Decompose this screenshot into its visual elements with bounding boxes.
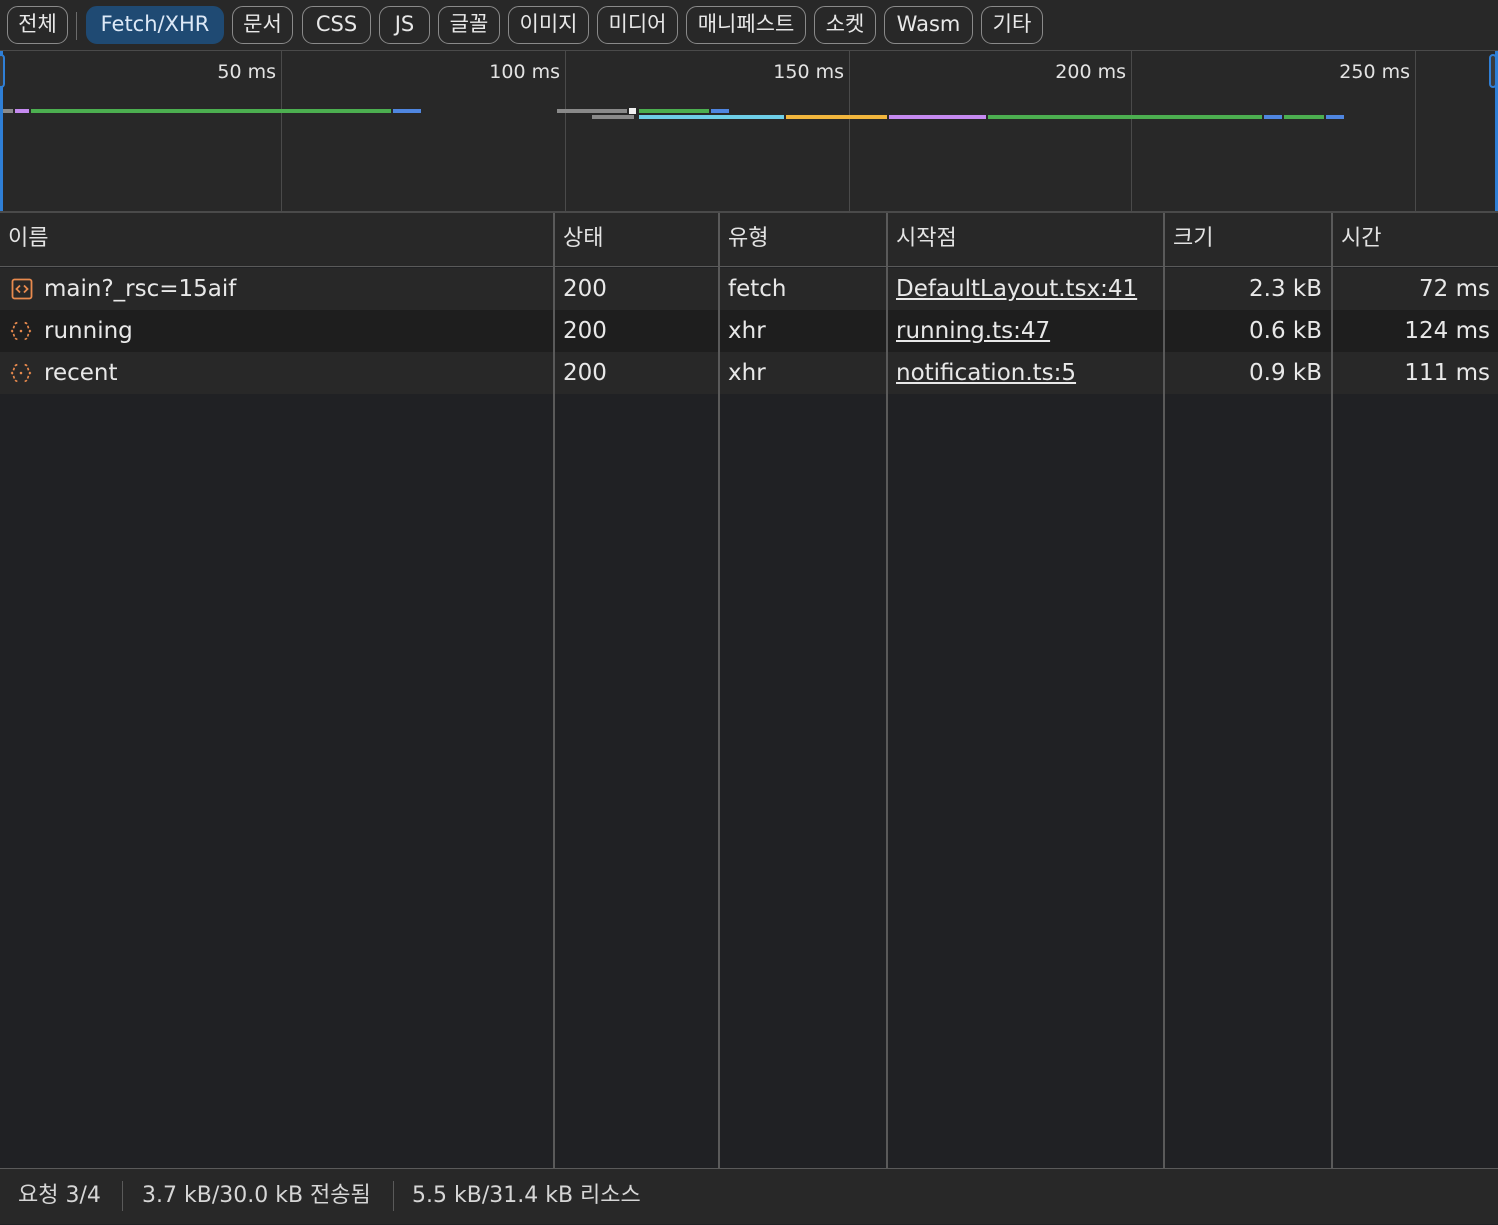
waterfall-waiting-segment [1284, 115, 1324, 119]
column-header-size[interactable]: 크기 [1165, 213, 1332, 265]
waterfall-queue-segment [3, 109, 13, 113]
request-type: fetch [728, 276, 787, 302]
request-time: 124 ms [1404, 318, 1490, 344]
resources-size: 5.5 kB/31.4 kB 리소스 [412, 1183, 641, 1208]
column-divider[interactable] [886, 213, 888, 1168]
overview-gridline [565, 51, 566, 211]
request-initiator-link[interactable]: running.ts:47 [896, 310, 1050, 352]
waterfall-waiting-segment [988, 115, 1262, 119]
request-name[interactable]: main?_rsc=15aif [44, 268, 236, 310]
request-status: 200 [563, 360, 607, 386]
filter-manifest[interactable]: 매니페스트 [686, 6, 806, 44]
document-icon [11, 278, 33, 300]
timeline-overview[interactable]: 50 ms 100 ms 150 ms 200 ms 250 ms [0, 51, 1498, 213]
request-name[interactable]: running [44, 310, 133, 352]
json-braces-icon [10, 363, 32, 383]
request-initiator-link[interactable]: DefaultLayout.tsx:41 [896, 268, 1137, 310]
column-divider[interactable] [718, 213, 720, 1168]
filter-wasm[interactable]: Wasm [884, 6, 973, 44]
overview-tick-label: 50 ms [217, 61, 276, 83]
column-header-status[interactable]: 상태 [555, 213, 719, 265]
filter-css[interactable]: CSS [302, 6, 371, 44]
filter-font[interactable]: 글꼴 [438, 6, 500, 44]
waterfall-stalled-segment [629, 108, 636, 114]
waterfall-queue-segment [557, 109, 627, 113]
request-name[interactable]: recent [44, 352, 118, 394]
request-size: 0.6 kB [1249, 318, 1322, 344]
filter-bar: 전체 Fetch/XHR 문서 CSS JS 글꼴 이미지 미디어 매니페스트 … [0, 0, 1498, 51]
request-time: 72 ms [1419, 276, 1490, 302]
overview-gridline [281, 51, 282, 211]
overview-gridline [1415, 51, 1416, 211]
overview-tick-label: 250 ms [1339, 61, 1410, 83]
column-divider[interactable] [553, 213, 555, 1168]
waterfall-download-segment [1264, 115, 1282, 119]
waterfall-waiting-segment [639, 109, 709, 113]
column-divider[interactable] [1331, 213, 1333, 1168]
overview-tick-label: 200 ms [1055, 61, 1126, 83]
column-header-name[interactable]: 이름 [0, 213, 554, 265]
overview-left-handle[interactable] [0, 54, 5, 88]
waterfall-waiting-segment [31, 109, 391, 113]
filter-other[interactable]: 기타 [981, 6, 1043, 44]
request-status: 200 [563, 318, 607, 344]
table-row[interactable]: running 200 xhr running.ts:47 0.6 kB 124… [0, 310, 1498, 352]
filter-image[interactable]: 이미지 [508, 6, 589, 44]
status-separator [122, 1181, 123, 1211]
request-type: xhr [728, 360, 766, 386]
waterfall-connect-segment [786, 115, 887, 119]
filter-all[interactable]: 전체 [7, 6, 68, 44]
overview-gridline [849, 51, 850, 211]
column-header-time[interactable]: 시간 [1333, 213, 1498, 265]
filter-document[interactable]: 문서 [232, 6, 293, 44]
waterfall-download-segment [393, 109, 421, 113]
overview-tick-label: 100 ms [489, 61, 560, 83]
column-header-initiator[interactable]: 시작점 [888, 213, 1164, 265]
overview-right-handle[interactable] [1489, 54, 1497, 88]
filter-js[interactable]: JS [379, 6, 430, 44]
json-braces-icon [10, 321, 32, 341]
status-separator [393, 1181, 394, 1211]
request-status: 200 [563, 276, 607, 302]
filter-fetch-xhr[interactable]: Fetch/XHR [86, 6, 224, 44]
waterfall-queue-segment [592, 115, 634, 119]
request-size: 0.9 kB [1249, 360, 1322, 386]
table-row[interactable]: recent 200 xhr notification.ts:5 0.9 kB … [0, 352, 1498, 394]
filter-separator [76, 12, 77, 40]
waterfall-ssl-segment [889, 115, 986, 119]
column-divider[interactable] [1163, 213, 1165, 1168]
filter-media[interactable]: 미디어 [597, 6, 678, 44]
request-initiator-link[interactable]: notification.ts:5 [896, 352, 1076, 394]
transferred-size: 3.7 kB/30.0 kB 전송됨 [142, 1183, 371, 1208]
waterfall-dns-segment [639, 115, 784, 119]
waterfall-download-segment [1326, 115, 1344, 119]
requests-table-header: 이름 상태 유형 시작점 크기 시간 [0, 213, 1498, 267]
column-header-type[interactable]: 유형 [720, 213, 887, 265]
waterfall-download-segment [711, 109, 729, 113]
status-bar: 요청 3/4 3.7 kB/30.0 kB 전송됨 5.5 kB/31.4 kB… [0, 1168, 1498, 1224]
request-size: 2.3 kB [1249, 276, 1322, 302]
overview-tick-label: 150 ms [773, 61, 844, 83]
waterfall-ssl-segment [15, 109, 29, 113]
filter-socket[interactable]: 소켓 [814, 6, 876, 44]
request-time: 111 ms [1404, 360, 1490, 386]
request-count: 요청 3/4 [18, 1183, 101, 1208]
table-row[interactable]: main?_rsc=15aif 200 fetch DefaultLayout.… [0, 268, 1498, 310]
request-type: xhr [728, 318, 766, 344]
overview-gridline [1131, 51, 1132, 211]
